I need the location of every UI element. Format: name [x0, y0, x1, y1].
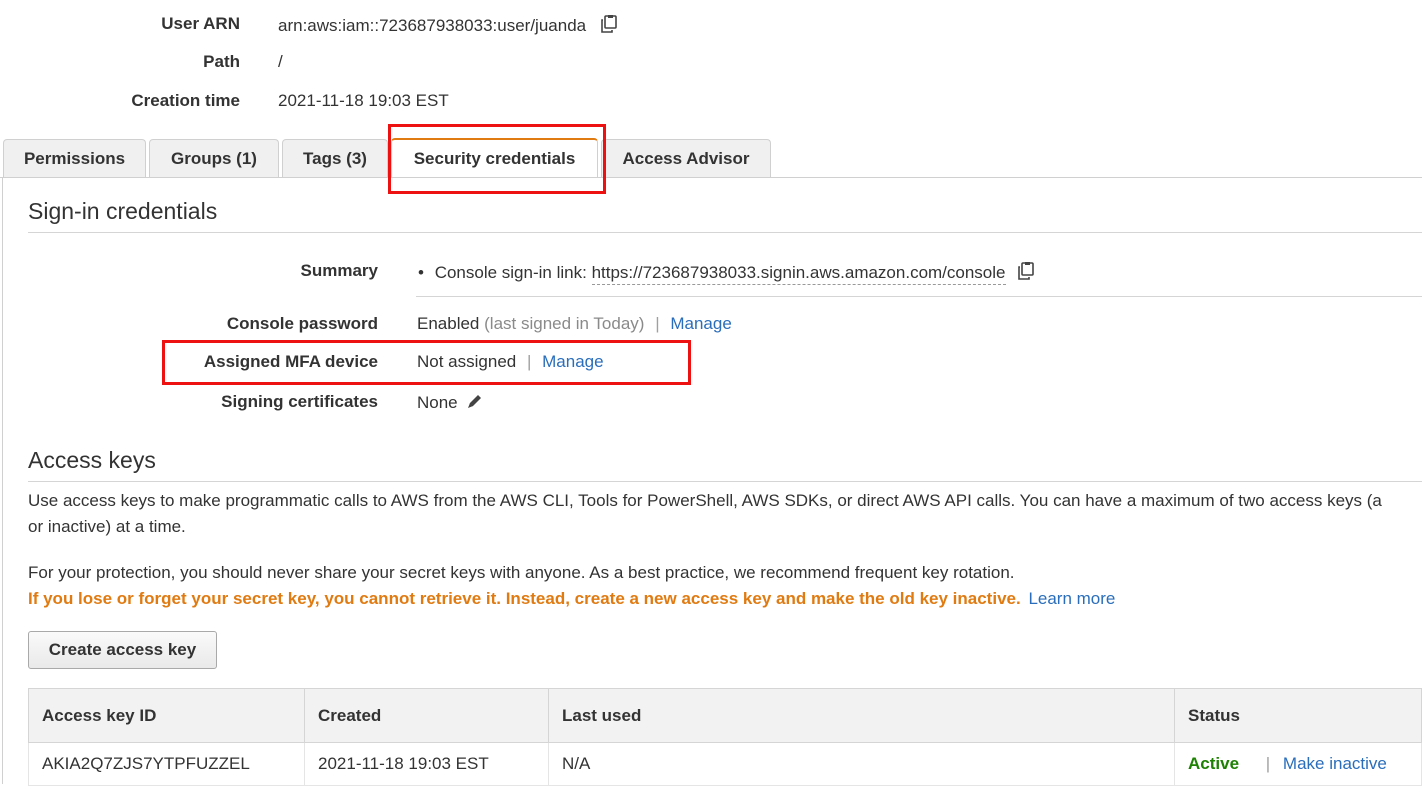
protection-text: For your protection, you should never sh… — [28, 563, 1015, 582]
console-link-url[interactable]: https://723687938033.signin.aws.amazon.c… — [591, 262, 1006, 285]
table-row: AKIA2Q7ZJS7YTPFUZZEL 2021-11-18 19:03 ES… — [28, 742, 1422, 786]
mfa-value: Not assigned | Manage — [417, 352, 604, 372]
column-access-key-id[interactable]: Access key ID — [28, 688, 305, 743]
signing-certificates-text: None — [417, 392, 458, 412]
status-cell: Active | Make inactive — [1174, 742, 1422, 786]
path-value: / — [278, 52, 283, 71]
tab-divider — [0, 177, 1422, 178]
console-password-note: (last signed in Today) — [484, 314, 645, 333]
user-arn-label: User ARN — [161, 14, 240, 33]
path-label: Path — [203, 52, 240, 71]
access-keys-description-line1: Use access keys to make programmatic cal… — [28, 491, 1382, 510]
summary-divider — [416, 296, 1422, 297]
creation-time-label: Creation time — [131, 91, 240, 110]
status-badge: Active — [1188, 754, 1240, 773]
column-last-used[interactable]: Last used — [548, 688, 1175, 743]
learn-more-link[interactable]: Learn more — [1028, 589, 1115, 608]
copy-icon[interactable] — [1016, 261, 1036, 286]
warning-text: If you lose or forget your secret key, y… — [28, 589, 1021, 608]
table-header-row: Access key ID Created Last used Status — [28, 688, 1422, 743]
tab-tags[interactable]: Tags (3) — [282, 139, 388, 177]
manage-console-password-link[interactable]: Manage — [670, 314, 731, 333]
manage-mfa-link[interactable]: Manage — [542, 352, 603, 371]
mfa-status: Not assigned — [417, 352, 517, 371]
make-inactive-link[interactable]: Make inactive — [1283, 754, 1387, 773]
tab-permissions[interactable]: Permissions — [3, 139, 146, 177]
access-key-id-cell: AKIA2Q7ZJS7YTPFUZZEL — [28, 742, 305, 786]
column-status[interactable]: Status — [1174, 688, 1422, 743]
console-password-value: Enabled (last signed in Today) | Manage — [417, 314, 732, 334]
console-link-prefix: Console sign-in link: — [434, 262, 587, 282]
create-access-key-button[interactable]: Create access key — [28, 631, 217, 669]
console-signin-link-row: • Console sign-in link: https://72368793… — [418, 261, 1036, 286]
tab-groups[interactable]: Groups (1) — [149, 139, 279, 177]
signin-credentials-title: Sign-in credentials — [28, 198, 218, 224]
signing-certificates-value: None — [417, 392, 484, 415]
access-keys-description-line2: or inactive) at a time. — [28, 517, 186, 536]
mfa-label: Assigned MFA device — [203, 352, 378, 371]
warning-row: If you lose or forget your secret key, y… — [28, 589, 1115, 609]
signin-divider — [28, 232, 1422, 233]
access-keys-title: Access keys — [28, 447, 156, 473]
user-arn-text: arn:aws:iam::723687938033:user/juanda — [278, 15, 587, 35]
console-password-label: Console password — [226, 314, 378, 333]
creation-time-value: 2021-11-18 19:03 EST — [278, 91, 449, 110]
last-used-cell: N/A — [548, 742, 1175, 786]
tab-access-advisor[interactable]: Access Advisor — [601, 139, 771, 177]
signing-certificates-label: Signing certificates — [221, 392, 378, 411]
access-keys-table: Access key ID Created Last used Status A… — [28, 688, 1422, 786]
tab-security-credentials[interactable]: Security credentials — [391, 138, 598, 178]
separator: | — [526, 352, 532, 371]
separator: | — [655, 314, 660, 333]
separator: | — [1265, 754, 1271, 773]
created-cell: 2021-11-18 19:03 EST — [304, 742, 549, 786]
panel-border — [2, 177, 3, 784]
access-keys-divider — [28, 481, 1422, 482]
user-arn-value: arn:aws:iam::723687938033:user/juanda — [278, 14, 619, 39]
summary-label: Summary — [300, 261, 378, 280]
column-created[interactable]: Created — [304, 688, 549, 743]
console-password-status: Enabled — [417, 314, 480, 333]
copy-icon[interactable] — [599, 14, 619, 39]
pencil-icon[interactable] — [466, 392, 484, 415]
bullet: • — [418, 262, 424, 282]
